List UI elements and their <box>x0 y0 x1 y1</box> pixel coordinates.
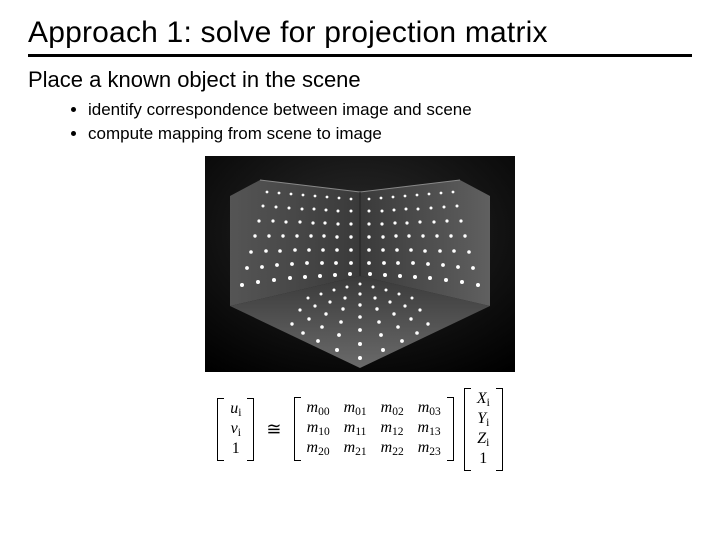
vector-uv1: ui vi 1 <box>217 398 254 461</box>
congruent-symbol: ≅ <box>264 419 283 440</box>
calibration-target-photo <box>205 156 515 372</box>
title-underline <box>28 54 692 57</box>
bullet-list: identify correspondence between image an… <box>88 99 692 146</box>
slide-subtitle: Place a known object in the scene <box>28 67 692 93</box>
list-item: compute mapping from scene to image <box>88 123 692 146</box>
slide: Approach 1: solve for projection matrix … <box>0 0 720 540</box>
matrix-M: m00m01m02m03 m10m11m12m13 m20m21m22m23 <box>294 397 454 461</box>
slide-title: Approach 1: solve for projection matrix <box>28 16 692 50</box>
equation: ui vi 1 ≅ m00m01m02m03 m10m11m12m13 m20m… <box>28 388 692 471</box>
figure-container <box>28 156 692 372</box>
vector-XYZ1: Xi Yi Zi 1 <box>464 388 503 471</box>
list-item: identify correspondence between image an… <box>88 99 692 122</box>
